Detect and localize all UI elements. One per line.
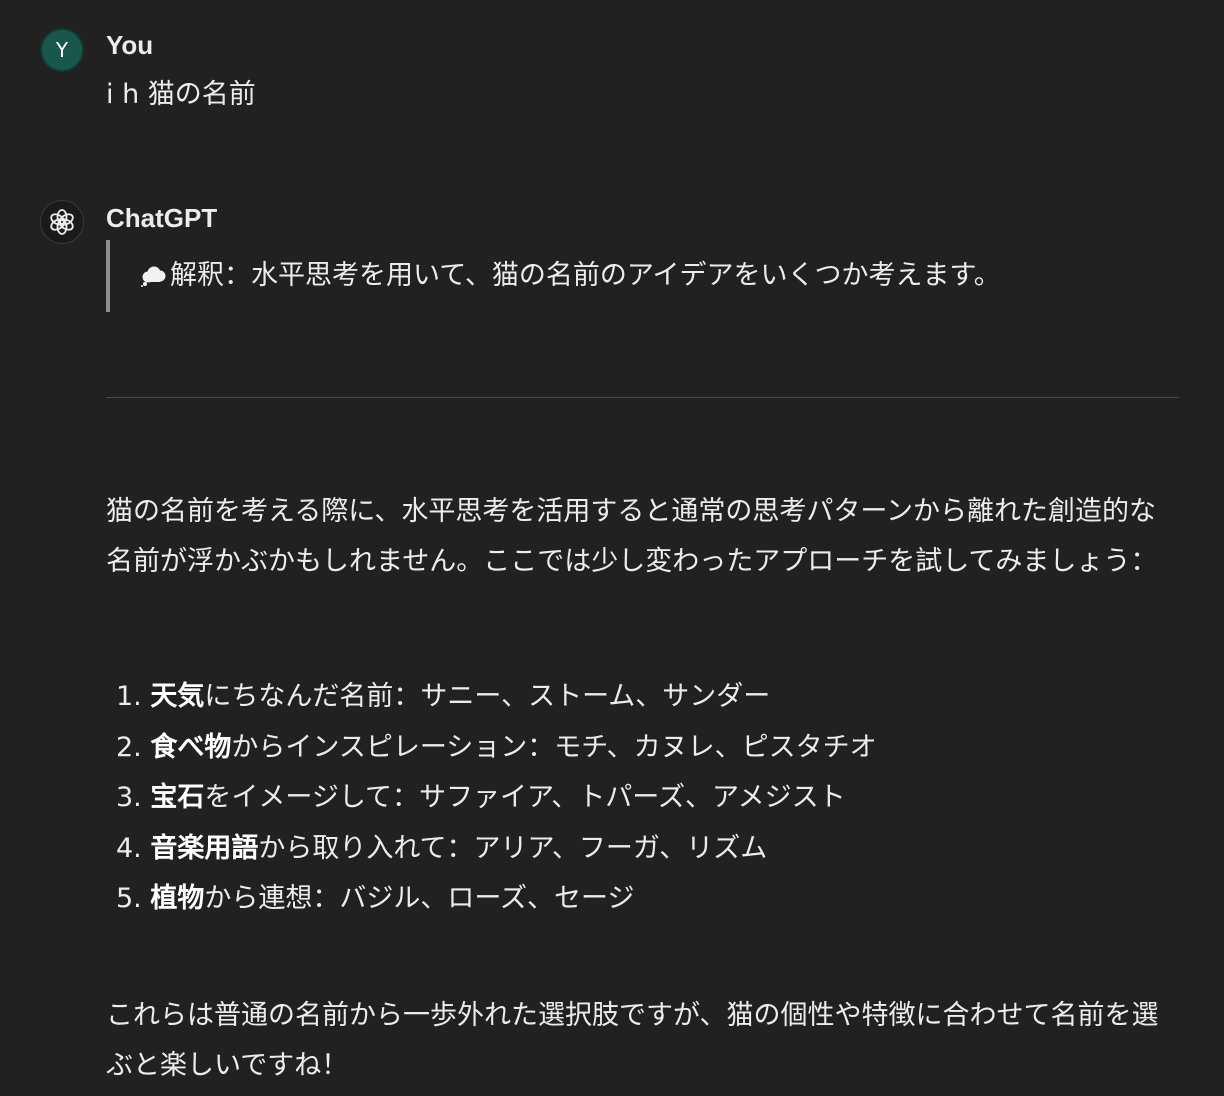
list-item-category: 音楽用語	[150, 832, 259, 864]
intro-paragraph: 猫の名前を考える際に、水平思考を活用すると通常の思考パターンから離れた創造的な名…	[106, 496, 1158, 577]
list-item-text: からインスピレーション：モチ、カヌレ、ピスタチオ	[231, 731, 877, 763]
openai-logo-icon	[50, 209, 74, 235]
list-item-number: 1.	[116, 681, 142, 712]
list-item-number: 2.	[116, 731, 142, 763]
interpretation-blockquote: 解釈：水平思考を用いて、猫の名前のアイデアをいくつか考えます。	[106, 240, 1001, 312]
list-item-category: 天気	[150, 681, 205, 712]
list-item: 1. 天気にちなんだ名前：サニー、ストーム、サンダー	[116, 672, 877, 723]
list-item-category: 植物	[150, 883, 205, 914]
list-item: 5. 植物から連想：バジル、ローズ、セージ	[116, 874, 877, 925]
user-avatar-letter: Y	[55, 38, 69, 62]
list-item-category: 宝石	[150, 782, 205, 813]
chatgpt-avatar	[40, 200, 84, 244]
list-item-text: から連想：バジル、ローズ、セージ	[204, 883, 635, 914]
list-item-text: から取り入れて：アリア、フーガ、リズム	[258, 832, 768, 864]
interpretation-text: 解釈：水平思考を用いて、猫の名前のアイデアをいくつか考えます。	[170, 260, 1001, 291]
list-item-text: をイメージして：サファイア、トパーズ、アメジスト	[204, 782, 846, 813]
list-item: 2. 食べ物からインスピレーション：モチ、カヌレ、ピスタチオ	[116, 723, 877, 774]
user-author-name: You	[106, 30, 154, 60]
list-item: 3. 宝石をイメージして：サファイア、トパーズ、アメジスト	[116, 773, 877, 824]
chatgpt-author-name: ChatGPT	[106, 203, 218, 233]
horizontal-divider	[106, 397, 1179, 398]
cat-name-list: 1. 天気にちなんだ名前：サニー、ストーム、サンダー 2. 食べ物からインスピレ…	[116, 672, 877, 925]
list-item-category: 食べ物	[150, 731, 232, 763]
user-avatar: Y	[40, 28, 84, 72]
user-message: i h 猫の名前	[106, 79, 256, 110]
list-item-number: 3.	[116, 782, 142, 813]
closing-paragraph: これらは普通の名前から一歩外れた選択肢ですが、猫の個性や特徴に合わせて名前を選ぶ…	[106, 1000, 1159, 1081]
list-item-number: 4.	[116, 832, 142, 864]
thought-cloud-icon	[141, 266, 166, 287]
list-item: 4. 音楽用語から取り入れて：アリア、フーガ、リズム	[116, 824, 877, 875]
list-item-number: 5.	[116, 883, 142, 914]
list-item-text: にちなんだ名前：サニー、ストーム、サンダー	[204, 681, 771, 712]
